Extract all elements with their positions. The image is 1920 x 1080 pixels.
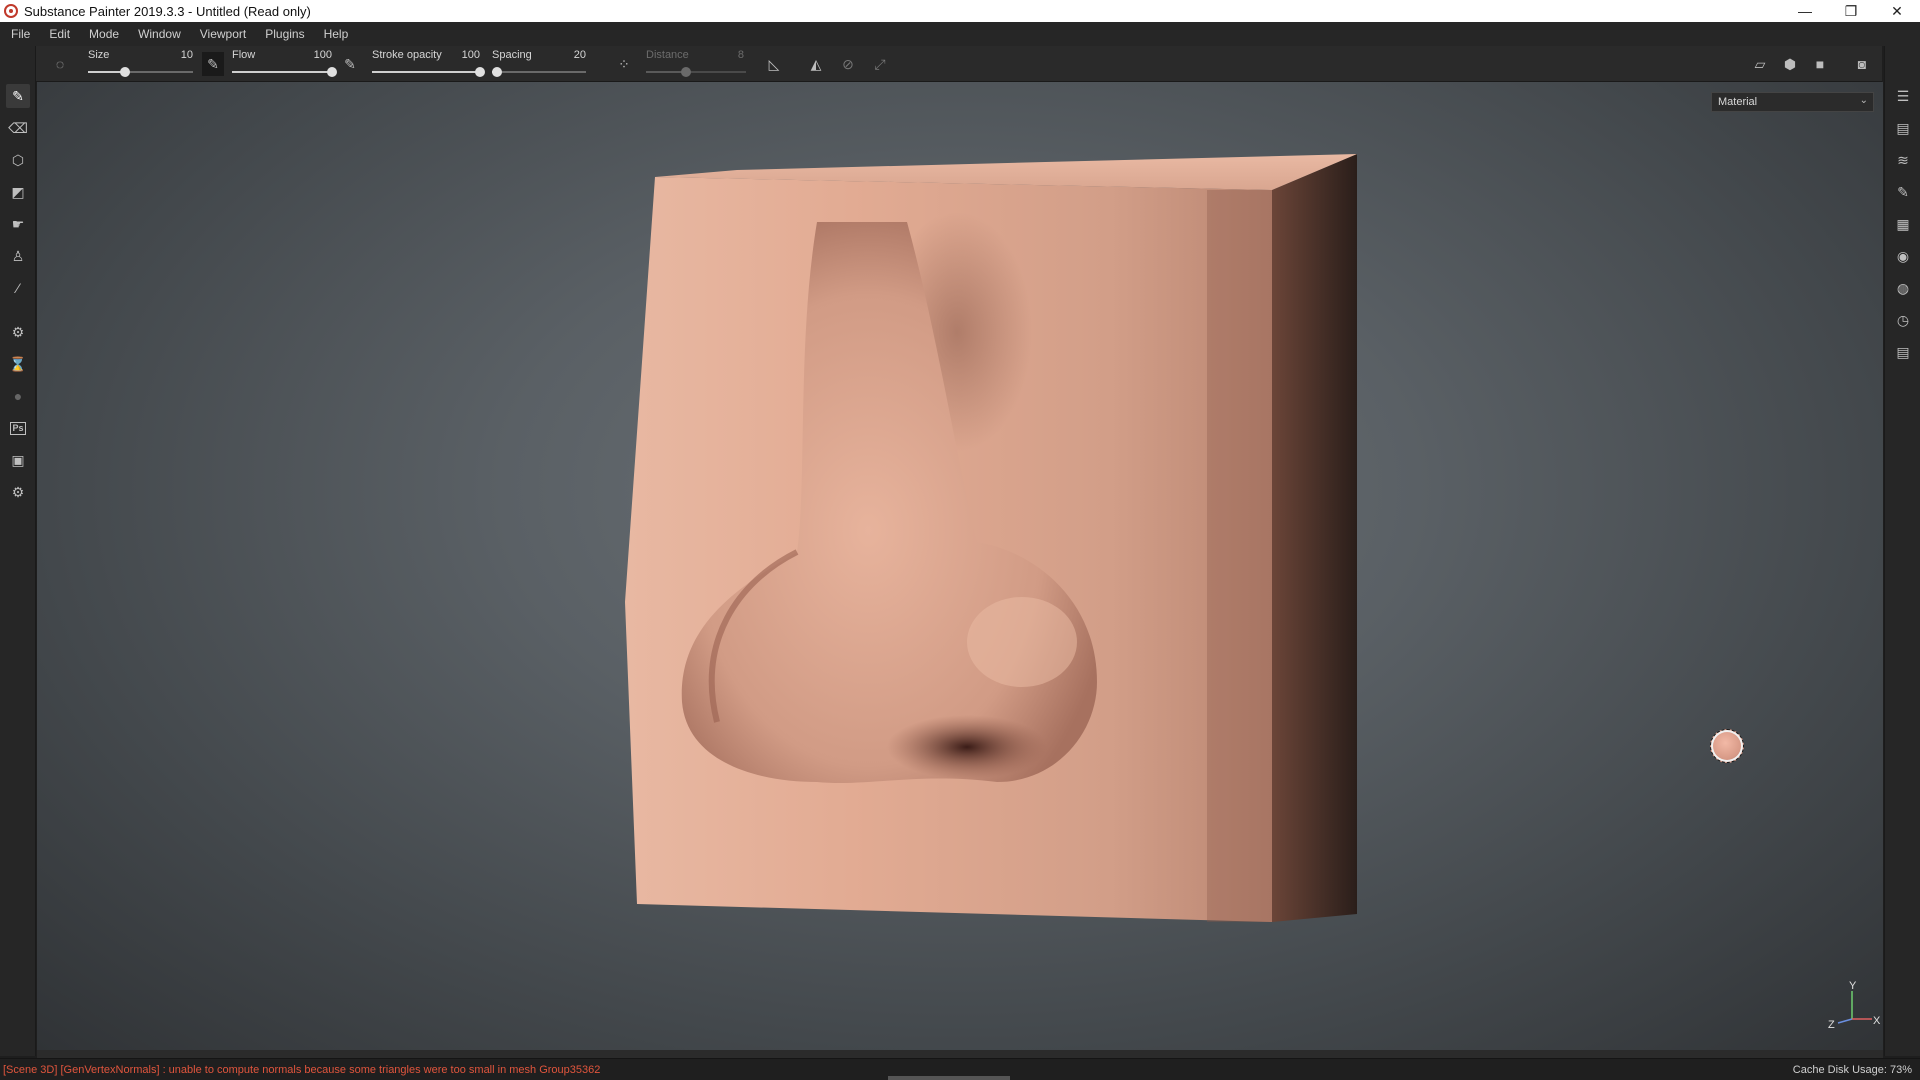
size-label: Size (88, 49, 110, 61)
shelf-icon[interactable]: ▦ (1891, 212, 1915, 236)
spacing-slider[interactable]: Spacing 20 (491, 46, 588, 82)
properties-icon[interactable]: ✎ (1891, 180, 1915, 204)
flow-label: Flow (232, 49, 256, 61)
size-knob[interactable] (119, 67, 130, 77)
bake-icon[interactable]: ⌛ (6, 352, 30, 376)
spacing-track[interactable] (491, 67, 586, 77)
flow-value[interactable]: 100 (314, 49, 332, 61)
size-track[interactable] (88, 67, 193, 77)
restore-button[interactable]: ❐ (1828, 0, 1874, 22)
camera-icon[interactable]: ■ (1810, 54, 1830, 74)
symmetry-options-icon[interactable]: ⊘ (838, 54, 858, 74)
log-panel-handle[interactable] (888, 1076, 1010, 1080)
cache-disk-usage: Cache Disk Usage: 73% (1792, 1063, 1912, 1076)
stroke-opacity-value[interactable]: 100 (462, 49, 480, 61)
mesh-side-face (1272, 154, 1357, 922)
menu-edit[interactable]: Edit (42, 27, 82, 41)
right-toolbar: ☰ ▤ ≋ ✎ ▦ ◉ ◍ ◷ ▤ (1884, 46, 1920, 1056)
status-error-message[interactable]: [Scene 3D] [GenVertexNormals] : unable t… (0, 1064, 1793, 1076)
axis-y-label: Y (1849, 980, 1857, 992)
axis-gizmo: Y X Z (1828, 980, 1881, 1031)
app-logo-icon (4, 4, 18, 18)
distance-knob (681, 67, 691, 77)
sphere-icon[interactable]: ● (6, 384, 30, 408)
viewport-bottom-bar (37, 1050, 1883, 1058)
stroke-opacity-label: Stroke opacity (372, 49, 442, 61)
smudge-icon[interactable]: ☛ (6, 212, 30, 236)
settings-icon[interactable]: ⚙ (6, 320, 30, 344)
axis-x-label: X (1873, 1015, 1881, 1027)
window-controls: — ❐ ✕ (1782, 0, 1920, 22)
alignment-icon[interactable]: ◺ (764, 54, 784, 74)
channel-select[interactable]: Material ⌄ (1711, 92, 1874, 112)
paint-brush-icon[interactable]: ✎ (6, 84, 30, 108)
axis-z-label: Z (1828, 1019, 1835, 1031)
size-value[interactable]: 10 (181, 49, 193, 61)
log-icon[interactable]: ▤ (1891, 340, 1915, 364)
spacing-label: Spacing (492, 49, 532, 61)
stroke-opacity-fill (372, 71, 480, 73)
symmetry-icon[interactable]: ◭ (806, 54, 826, 74)
transform-icon[interactable]: ⤢ (870, 54, 890, 74)
stroke-opacity-knob[interactable] (475, 67, 485, 77)
eraser-icon[interactable]: ⌫ (6, 116, 30, 140)
history-icon[interactable]: ◷ (1891, 308, 1915, 332)
stroke-opacity-slider[interactable]: Stroke opacity 100 (372, 46, 485, 82)
flow-slider[interactable]: Flow 100 (232, 46, 337, 82)
projection-icon[interactable]: ⬡ (6, 148, 30, 172)
menu-bar: File Edit Mode Window Viewport Plugins H… (0, 22, 1920, 46)
flow-pen-pressure-icon[interactable]: ✎ (340, 54, 360, 74)
display-settings-icon[interactable]: ◉ (1891, 244, 1915, 268)
spacing-value[interactable]: 20 (574, 49, 586, 61)
distance-track (646, 67, 746, 77)
clone-stamp-icon[interactable]: ♙ (6, 244, 30, 268)
nostril-shadow (887, 715, 1047, 779)
minimize-button[interactable]: — (1782, 0, 1828, 22)
viewport-mode-icon[interactable]: ▱ (1750, 54, 1770, 74)
title-bar: Substance Painter 2019.3.3 - Untitled (R… (0, 0, 1920, 22)
layer-stack-icon[interactable]: ≋ (1891, 148, 1915, 172)
distance-label: Distance (646, 49, 689, 61)
color-picker-icon[interactable]: ⁄ (6, 276, 30, 300)
brush-cursor (1710, 729, 1744, 763)
menu-window[interactable]: Window (131, 27, 193, 41)
lazy-mouse-icon[interactable]: ⁘ (614, 54, 634, 74)
display-cube-icon[interactable]: ⬢ (1780, 54, 1800, 74)
3d-viewport[interactable]: Material ⌄ Y X Z (37, 82, 1883, 1050)
menu-viewport[interactable]: Viewport (193, 27, 258, 41)
chevron-down-icon: ⌄ (1859, 95, 1868, 106)
geometry-fill-icon[interactable]: ◩ (6, 180, 30, 204)
plugin-icon[interactable]: ⚙ (6, 480, 30, 504)
brush-shape-icon[interactable]: ◌ (50, 54, 70, 74)
size-slider[interactable]: Size 10 (88, 46, 193, 82)
tool-options-bar: ◌ Size 10 ✎ Flow 100 ✎ Stroke opacity 10… (36, 46, 1882, 82)
face-edge-shade (1207, 190, 1272, 922)
distance-fill (646, 71, 686, 73)
screenshot-icon[interactable]: ◙ (1852, 54, 1872, 74)
photoshop-icon[interactable]: Ps (6, 416, 30, 440)
size-pen-pressure-icon[interactable]: ✎ (202, 52, 224, 76)
left-toolbar: ✎ ⌫ ⬡ ◩ ☛ ♙ ⁄ ⚙ ⌛ ● Ps ▣ ⚙ (0, 46, 36, 1056)
flow-knob[interactable] (327, 67, 337, 77)
spacing-knob[interactable] (491, 67, 502, 77)
layers-panel-icon[interactable]: ☰ (1891, 84, 1915, 108)
distance-slider: Distance 8 (646, 46, 746, 82)
mesh-render[interactable] (37, 82, 1883, 1050)
menu-plugins[interactable]: Plugins (258, 27, 316, 41)
flow-fill (232, 71, 332, 73)
flow-track[interactable] (232, 67, 337, 77)
channel-select-value: Material (1718, 96, 1758, 108)
export-icon[interactable]: ▣ (6, 448, 30, 472)
distance-value: 8 (737, 49, 744, 61)
nose-tip-highlight (967, 597, 1077, 687)
texture-set-icon[interactable]: ▤ (1891, 116, 1915, 140)
menu-file[interactable]: File (4, 27, 42, 41)
stroke-opacity-track[interactable] (372, 67, 485, 77)
close-button[interactable]: ✕ (1874, 0, 1920, 22)
window-title: Substance Painter 2019.3.3 - Untitled (R… (24, 3, 311, 19)
menu-mode[interactable]: Mode (82, 27, 131, 41)
environment-icon[interactable]: ◍ (1891, 276, 1915, 300)
menu-help[interactable]: Help (317, 27, 361, 41)
